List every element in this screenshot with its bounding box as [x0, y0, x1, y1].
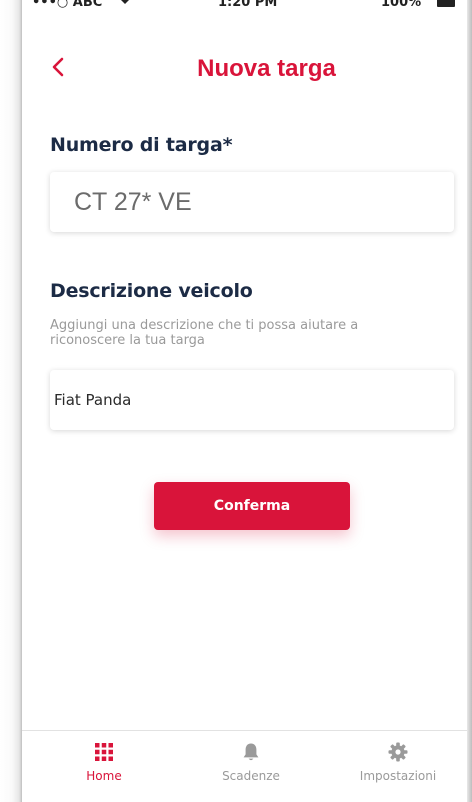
plate-number-label: Numero di targa*	[50, 134, 233, 156]
wifi-icon	[118, 0, 132, 8]
vehicle-description-field[interactable]: Fiat Panda	[50, 370, 454, 430]
device-frame-left	[0, 0, 22, 802]
tab-scadenze-label: Scadenze	[222, 769, 280, 783]
vehicle-description-value: Fiat Panda	[54, 391, 132, 409]
carrier-label: •••○ ABC	[32, 0, 103, 10]
tab-impostazioni-label: Impostazioni	[359, 769, 437, 783]
grid-icon	[95, 743, 113, 761]
device-frame-right	[467, 0, 472, 802]
header: Nuova targa	[22, 46, 467, 92]
battery-icon	[437, 0, 455, 7]
confirm-button[interactable]: Conferma	[154, 482, 350, 530]
bell-icon	[243, 743, 259, 761]
tab-home-label: Home	[86, 769, 122, 783]
tab-impostazioni[interactable]: Impostazioni	[338, 741, 458, 783]
tab-scadenze[interactable]: Scadenze	[191, 741, 311, 783]
tab-bar: Home Scadenze Impostazioni	[22, 730, 467, 802]
page-title: Nuova targa	[197, 55, 336, 82]
status-bar: •••○ ABC 1:20 PM 100%	[22, 0, 467, 15]
battery-label: 100%	[381, 0, 422, 10]
plate-number-value: CT 27* VE	[74, 187, 192, 216]
tab-home[interactable]: Home	[44, 741, 164, 783]
vehicle-description-helper: Aggiungi una descrizione che ti possa ai…	[50, 318, 359, 348]
plate-number-field[interactable]: CT 27* VE	[50, 172, 454, 232]
app-screen: •••○ ABC 1:20 PM 100% Nuova targa Numero…	[22, 0, 467, 802]
vehicle-description-label: Descrizione veicolo	[50, 280, 253, 302]
gear-icon	[388, 742, 408, 762]
status-time: 1:20 PM	[218, 0, 278, 10]
